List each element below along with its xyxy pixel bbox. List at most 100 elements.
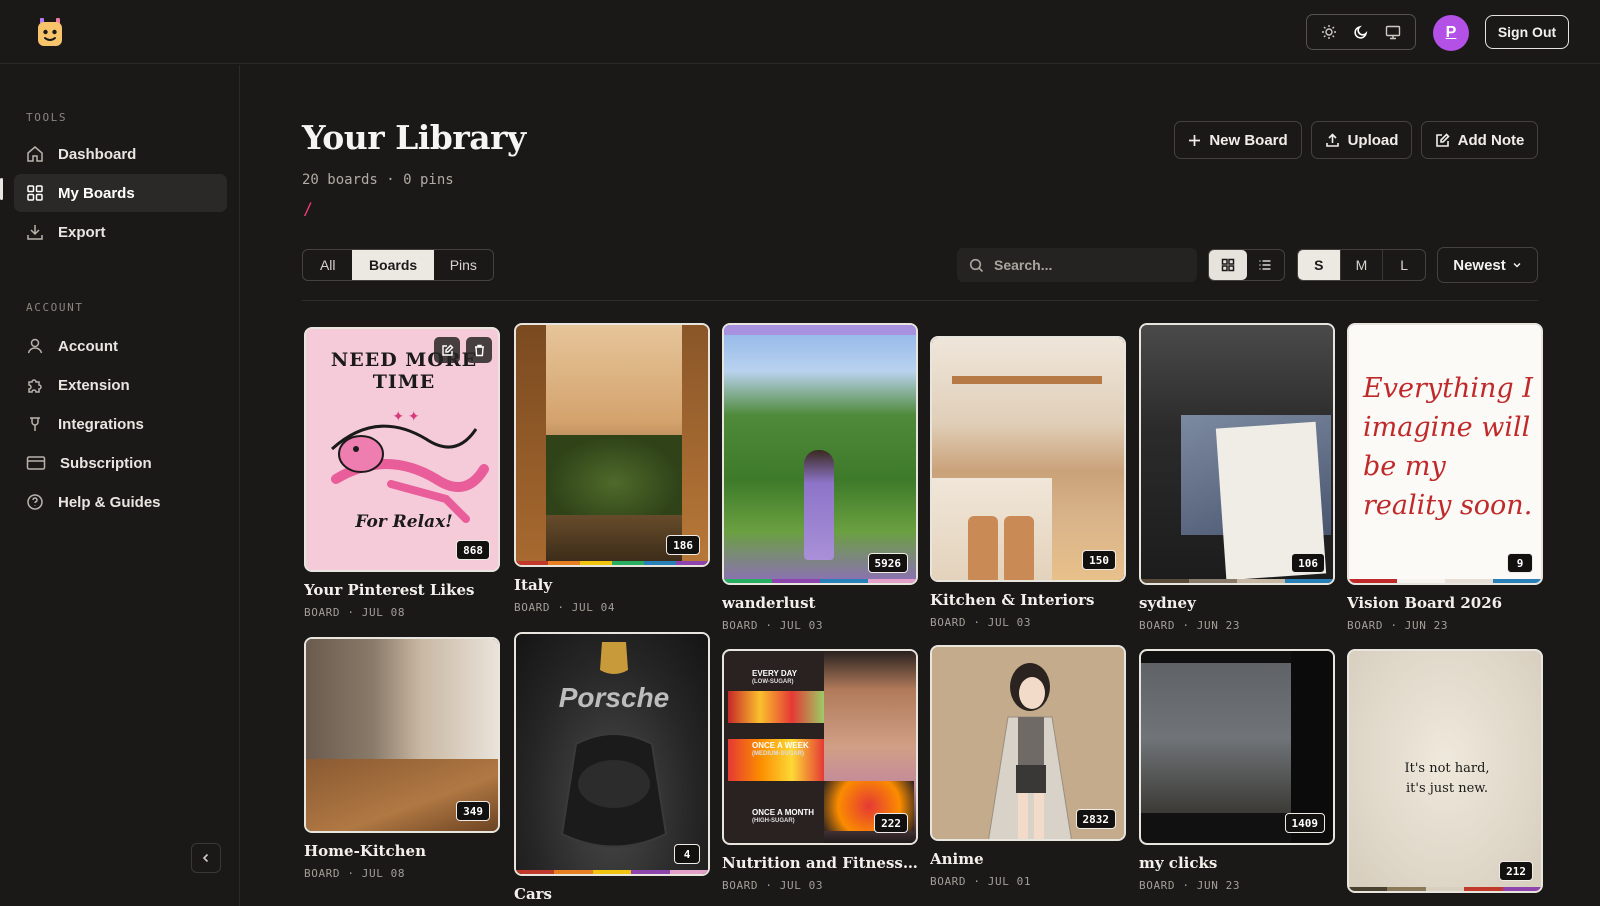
card-tools	[434, 337, 492, 363]
board-title[interactable]: Italy	[514, 576, 710, 594]
upload-icon	[1325, 132, 1339, 147]
list-view-button[interactable]	[1247, 250, 1285, 280]
size-medium-button[interactable]: M	[1339, 250, 1383, 280]
sidebar-item-help[interactable]: Help & Guides	[14, 483, 227, 521]
grid-view-button[interactable]	[1209, 250, 1247, 280]
board-thumbnail[interactable]: 5926	[722, 323, 918, 585]
upload-button[interactable]: Upload	[1311, 121, 1412, 159]
sidebar-item-label: Extension	[58, 376, 130, 394]
pin-count-badge: 349	[456, 801, 490, 821]
palette-stripe	[1349, 887, 1541, 891]
board-card[interactable]: It's not hard, it's just new. 212	[1347, 649, 1543, 893]
board-thumbnail[interactable]: ✦ ✦ NEED MORE TIME For Relax! 868	[304, 327, 500, 572]
board-card[interactable]: 349 Home-Kitchen BOARD · JUL 08	[304, 637, 500, 880]
board-thumbnail[interactable]: 186	[514, 323, 710, 567]
new-board-button[interactable]: New Board	[1174, 121, 1302, 159]
chevron-left-icon	[202, 853, 209, 863]
board-title[interactable]: Anime	[930, 850, 1126, 868]
board-card[interactable]: Everything I imagine will be my reality …	[1347, 323, 1543, 632]
board-card[interactable]: 186 Italy BOARD · JUL 04	[514, 323, 710, 614]
cover-label: ONCE A WEEK	[752, 741, 809, 750]
search-box	[957, 248, 1197, 282]
sidebar-item-label: My Boards	[58, 184, 135, 202]
board-meta: BOARD · JUN 23	[1139, 879, 1241, 892]
board-title[interactable]: Kitchen & Interiors	[930, 591, 1126, 609]
delete-board-button[interactable]	[466, 337, 492, 363]
sun-icon[interactable]	[1314, 19, 1344, 45]
view-toggle	[1208, 249, 1285, 281]
board-meta: BOARD · JUL 03	[930, 616, 1032, 629]
palette-stripe	[724, 579, 916, 583]
board-thumbnail[interactable]: It's not hard, it's just new. 212	[1347, 649, 1543, 893]
car-illustration	[560, 642, 668, 848]
pin-count-badge: 5926	[867, 553, 908, 573]
board-card[interactable]: 150 Kitchen & Interiors BOARD · JUL 03	[930, 336, 1126, 629]
pin-count-badge: 186	[666, 535, 700, 555]
plus-icon	[1189, 134, 1201, 146]
moon-icon[interactable]	[1346, 19, 1376, 45]
board-meta: BOARD · JUL 08	[304, 867, 406, 880]
board-title[interactable]: Nutrition and Fitness ide...	[722, 854, 918, 872]
size-small-button[interactable]: S	[1298, 250, 1340, 280]
pin-count-badge: 222	[874, 813, 908, 833]
board-title[interactable]: Cars	[514, 885, 710, 903]
board-thumbnail[interactable]: 349	[304, 637, 500, 833]
app-logo-icon[interactable]	[36, 16, 64, 48]
svg-text:✦ ✦: ✦ ✦	[392, 408, 420, 424]
monitor-icon[interactable]	[1378, 19, 1408, 45]
board-thumbnail[interactable]: EVERY DAY (LOW-SUGAR) ONCE A WEEK (MEDIU…	[722, 649, 918, 845]
top-bar: P Sign Out	[0, 0, 1600, 64]
trash-icon	[474, 344, 484, 356]
theme-switcher	[1306, 14, 1416, 50]
board-card[interactable]: ✦ ✦ NEED MORE TIME For Relax! 868 Your P…	[304, 327, 500, 619]
board-title[interactable]: wanderlust	[722, 594, 918, 612]
board-thumbnail[interactable]: 1409	[1139, 649, 1335, 845]
tab-boards[interactable]: Boards	[352, 250, 434, 280]
board-card[interactable]: 1409 my clicks BOARD · JUN 23	[1139, 649, 1335, 892]
grid-view-icon	[1221, 258, 1234, 272]
board-card[interactable]: 5926 wanderlust BOARD · JUL 03	[722, 323, 918, 632]
board-card[interactable]: 2832 Anime BOARD · JUL 01	[930, 645, 1126, 888]
sidebar-item-label: Account	[58, 337, 118, 355]
tab-pins[interactable]: Pins	[434, 250, 493, 280]
board-thumbnail[interactable]: 2832	[930, 645, 1126, 841]
board-title[interactable]: sydney	[1139, 594, 1335, 612]
sidebar-heading-tools: TOOLS	[26, 111, 68, 124]
sidebar-heading-account: ACCOUNT	[26, 301, 84, 314]
board-title[interactable]: my clicks	[1139, 854, 1335, 872]
sidebar-item-my-boards[interactable]: My Boards	[14, 174, 227, 212]
board-thumbnail[interactable]: Everything I imagine will be my reality …	[1347, 323, 1543, 585]
sort-dropdown[interactable]: Newest	[1437, 247, 1538, 283]
toolbar-divider	[302, 300, 1538, 301]
search-input[interactable]	[994, 257, 1184, 273]
collapse-sidebar-button[interactable]	[191, 843, 221, 873]
download-icon	[27, 225, 43, 240]
edit-board-button[interactable]	[434, 337, 460, 363]
user-avatar[interactable]: P	[1433, 15, 1469, 51]
sidebar-item-extension[interactable]: Extension	[14, 366, 227, 404]
sidebar-item-integrations[interactable]: Integrations	[14, 405, 227, 443]
sidebar-item-account[interactable]: Account	[14, 327, 227, 365]
board-title[interactable]: Home-Kitchen	[304, 842, 500, 860]
board-title[interactable]: Your Pinterest Likes	[304, 581, 500, 599]
board-card[interactable]: Porsche 4 Cars	[514, 632, 710, 903]
board-thumbnail[interactable]: Porsche 4	[514, 632, 710, 876]
board-title[interactable]: Vision Board 2026	[1347, 594, 1543, 612]
chevron-down-icon	[1513, 262, 1521, 268]
add-note-button[interactable]: Add Note	[1421, 121, 1538, 159]
tab-all[interactable]: All	[303, 250, 352, 280]
board-thumbnail[interactable]: 106	[1139, 323, 1335, 585]
sidebar-item-dashboard[interactable]: Dashboard	[14, 135, 227, 173]
sign-out-button[interactable]: Sign Out	[1485, 15, 1569, 49]
pin-count-badge: 1409	[1284, 813, 1325, 833]
cover-label: (LOW-SUGAR)	[752, 679, 794, 685]
size-large-button[interactable]: L	[1382, 250, 1425, 280]
sidebar-item-export[interactable]: Export	[14, 213, 227, 251]
board-card[interactable]: EVERY DAY (LOW-SUGAR) ONCE A WEEK (MEDIU…	[722, 649, 918, 892]
board-thumbnail[interactable]: 150	[930, 336, 1126, 582]
page-title: Your Library	[302, 118, 526, 157]
board-card[interactable]: 106 sydney BOARD · JUN 23	[1139, 323, 1335, 632]
board-meta: BOARD · JUN 23	[1347, 619, 1449, 632]
sidebar-item-label: Dashboard	[58, 145, 137, 163]
sidebar-item-subscription[interactable]: Subscription	[14, 444, 227, 482]
